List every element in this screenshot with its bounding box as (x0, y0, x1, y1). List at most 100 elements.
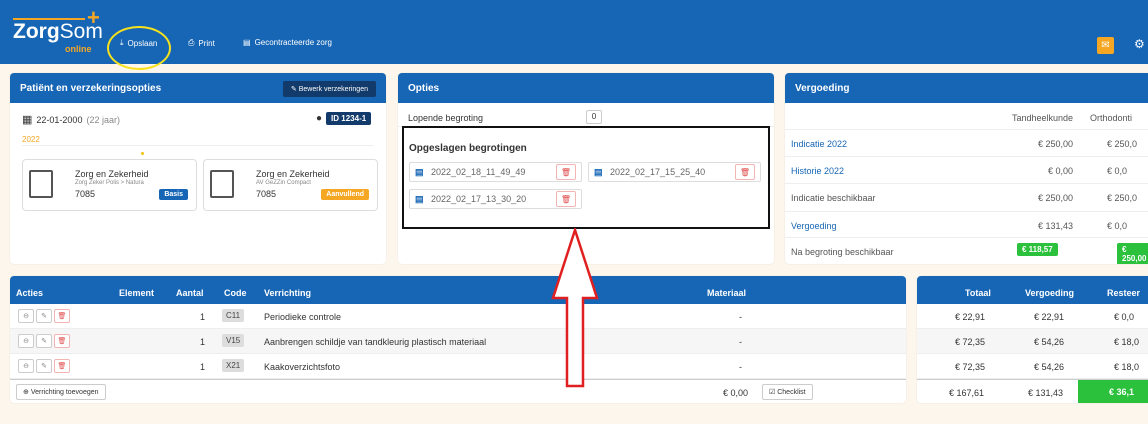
minus-button[interactable]: ⊖ (18, 309, 34, 323)
saved-budget-item[interactable]: ▤ 2022_02_17_15_25_40 🗑 (588, 162, 761, 182)
totals-row: € 22,91 € 22,91 € 0,0 (917, 304, 1148, 329)
insurance-card-supplementary[interactable]: Zorg en Zekerheid AV GeZZin Compact 7085… (203, 159, 378, 211)
arrow-shape (551, 228, 599, 388)
supplementary-badge: Aanvullend (321, 189, 369, 200)
checklist-button[interactable]: ☑ Checklist (762, 384, 813, 400)
table-header: Acties Element Aantal Code Verrichting M… (10, 276, 906, 304)
running-budget-count: 0 (586, 110, 602, 124)
sum-total: € 167,61 (949, 388, 985, 398)
logo-tagline: online (65, 44, 92, 54)
reimbursement-panel: Vergoeding Tandheelkunde Orthodonti Indi… (785, 73, 1148, 264)
delete-budget-button[interactable]: 🗑 (556, 164, 576, 180)
sum-remaining: € 36,1 (1078, 380, 1148, 403)
minus-button[interactable]: ⊖ (18, 334, 34, 348)
insurance-shield-icon (210, 170, 234, 198)
history-link[interactable]: Historie 2022 (791, 166, 844, 176)
row-remaining: € 18,0 (1114, 362, 1140, 372)
material-total: € 0,00 (723, 388, 749, 398)
after-budget-ortho: € 250,00 (1117, 243, 1148, 264)
saved-budget-name: 2022_02_17_15_25_40 (610, 167, 706, 177)
divider (22, 145, 374, 146)
col-material: Materiaal (707, 288, 747, 298)
minus-button[interactable]: ⊖ (18, 359, 34, 373)
patient-id: ● ID 1234-1 (316, 112, 372, 125)
edit-button[interactable]: ✎ (36, 359, 52, 373)
pencil-icon: ✎ (290, 86, 299, 93)
plus-circle-icon: ⊕ (23, 389, 31, 396)
patient-panel: Patiënt en verzekeringsopties ✎ Bewerk v… (10, 73, 386, 264)
printer-icon: ⎙ (188, 38, 195, 47)
insurance-shield-icon (29, 170, 53, 198)
table-row: ⊖ ✎ 🗑 1 V15 Aanbrengen schildje van tandkl… (10, 329, 906, 354)
history-dental: € 0,00 (1047, 166, 1073, 176)
delete-budget-button[interactable]: 🗑 (735, 164, 755, 180)
contracted-care-button[interactable]: ▤ Gecontracteerde zorg (243, 38, 332, 47)
row-code: X21 (222, 359, 245, 372)
row-reimbursement: € 22,91 (1034, 312, 1065, 322)
row-code: C11 (222, 309, 245, 322)
delete-button[interactable]: 🗑 (54, 309, 70, 323)
reimbursement-panel-header: Vergoeding (785, 73, 1148, 103)
row-procedure: Kaakoverzichtsfoto (264, 362, 341, 372)
settings-button[interactable]: ⚙ (1134, 37, 1145, 51)
row-reimbursement: € 54,26 (1034, 337, 1065, 347)
insurer-code: 7085 (75, 189, 96, 199)
row-actions: ⊖ ✎ 🗑 (18, 334, 72, 348)
row-remaining: € 0,0 (1114, 312, 1135, 322)
mail-button[interactable]: ✉ (1097, 37, 1114, 54)
calendar-icon: ▦ (22, 114, 33, 126)
saved-budgets-title: Opgeslagen begrotingen (409, 143, 527, 154)
year-marker (141, 152, 144, 155)
print-button[interactable]: ⎙ Print (188, 38, 215, 48)
after-budget-dental: € 118,57 (1017, 243, 1058, 256)
insurer-name: Zorg en Zekerheid (256, 169, 330, 179)
saved-budgets-box: Opgeslagen begrotingen ▤ 2022_02_18_11_4… (402, 126, 770, 229)
reimbursement-link[interactable]: Vergoeding (791, 221, 837, 231)
row-material: - (739, 362, 742, 372)
divider (785, 129, 1148, 130)
delete-button[interactable]: 🗑 (54, 334, 70, 348)
col-reimbursement: Vergoeding (1025, 288, 1075, 298)
col-ortho: Orthodonti (1090, 113, 1133, 123)
row-reimbursement: € 54,26 (1034, 362, 1065, 372)
trash-icon: 🗑 (739, 167, 751, 177)
row-code: V15 (222, 334, 245, 347)
row-material: - (739, 312, 742, 322)
edit-button[interactable]: ✎ (36, 309, 52, 323)
indication-available-dental: € 250,00 (1037, 193, 1073, 203)
row-total: € 72,35 (955, 337, 986, 347)
reimbursement-dental: € 131,43 (1037, 221, 1073, 231)
edit-insurance-button[interactable]: ✎ Bewerk verzekeringen (282, 81, 376, 97)
edit-button[interactable]: ✎ (36, 334, 52, 348)
dob-row: ▦ 22-01-2000 (22 jaar) (22, 113, 120, 126)
treatment-table: Acties Element Aantal Code Verrichting M… (10, 276, 906, 403)
saved-budget-name: 2022_02_18_11_49_49 (431, 167, 526, 177)
delete-budget-button[interactable]: 🗑 (556, 191, 576, 207)
row-amount: 1 (200, 337, 206, 347)
delete-button[interactable]: 🗑 (54, 359, 70, 373)
edit-insurance-label: Bewerk verzekeringen (298, 86, 368, 93)
print-label: Print (198, 38, 215, 48)
saved-budget-item[interactable]: ▤ 2022_02_17_13_30_20 🗑 (409, 189, 582, 209)
trash-icon: 🗑 (560, 194, 572, 204)
divider (785, 183, 1148, 184)
policy-name: AV GeZZin Compact (256, 180, 311, 186)
trash-icon: 🗑 (560, 167, 572, 177)
row-amount: 1 (200, 312, 206, 322)
col-element: Element (119, 288, 155, 298)
totals-row: € 72,35 € 54,26 € 18,0 (917, 329, 1148, 354)
add-procedure-button[interactable]: ⊕ Verrichting toevoegen (16, 384, 106, 400)
history-ortho: € 0,0 (1107, 166, 1128, 176)
col-procedure: Verrichting (264, 288, 312, 298)
insurance-card-basic[interactable]: Zorg en Zekerheid Zorg Zeker Polis > Nat… (22, 159, 197, 211)
col-actions: Acties (16, 288, 44, 298)
saved-budget-item[interactable]: ▤ 2022_02_18_11_49_49 🗑 (409, 162, 582, 182)
dob-value: 22-01-2000 (36, 114, 83, 125)
pdf-icon: ▤ (415, 167, 424, 177)
saved-budget-name: 2022_02_17_13_30_20 (431, 194, 527, 204)
indication-link[interactable]: Indicatie 2022 (791, 139, 847, 149)
zorgsom-logo[interactable]: + ZorgSom online (13, 7, 103, 54)
row-remaining: € 18,0 (1114, 337, 1140, 347)
totals-table: Totaal Vergoeding Resteer € 22,91 € 22,9… (917, 276, 1148, 403)
row-actions: ⊖ ✎ 🗑 (18, 309, 72, 323)
